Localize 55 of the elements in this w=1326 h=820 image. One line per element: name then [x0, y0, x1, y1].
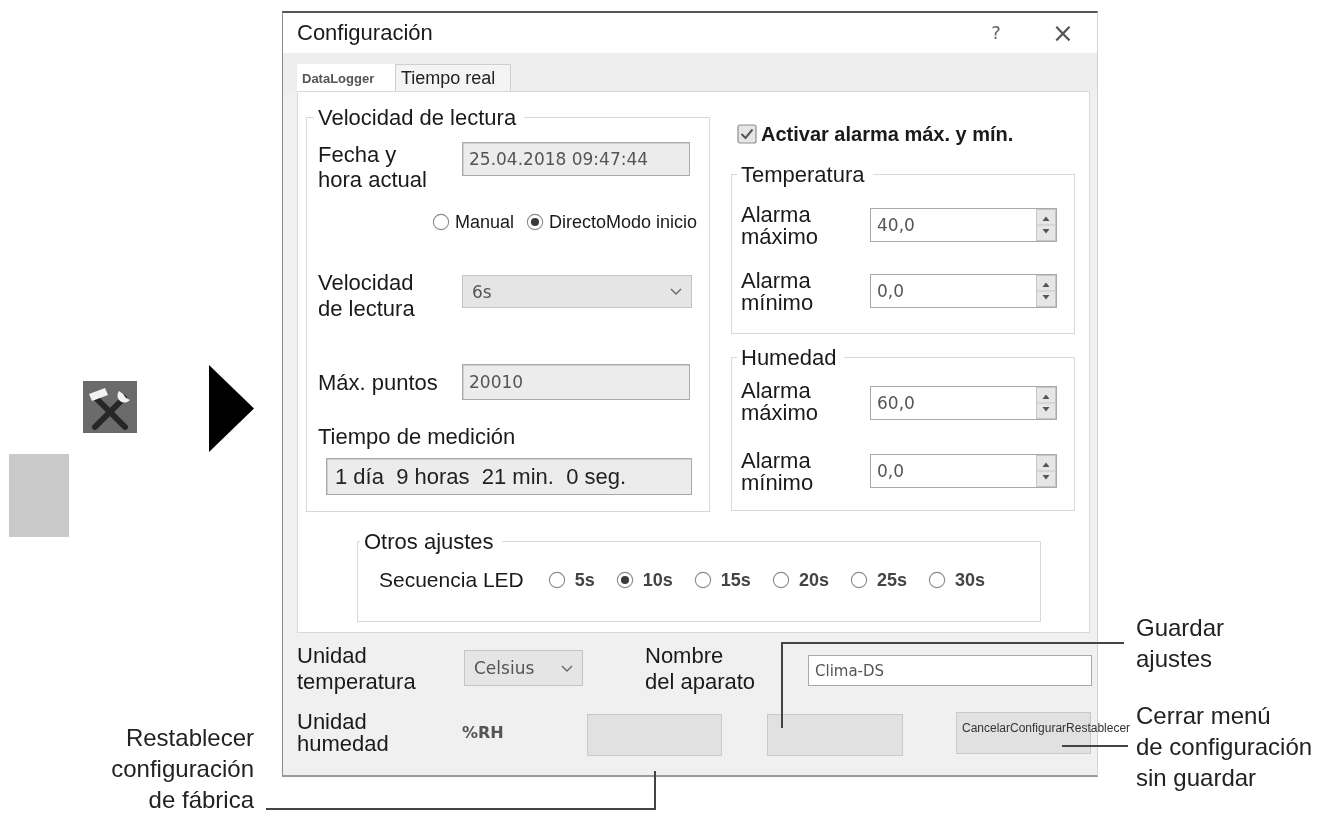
tab[interactable]: DataLogger [297, 64, 395, 91]
number-field[interactable]: 0,0 [870, 454, 1057, 488]
chevron-down-icon [670, 288, 682, 295]
spin-arrows-icon[interactable] [1036, 209, 1056, 241]
spin-arrows-icon[interactable] [1036, 275, 1056, 307]
callout-text: Restablecer configuración de fábrica [110, 723, 254, 815]
number-field[interactable]: 0,0 [870, 274, 1057, 308]
group-title: Humedad [740, 345, 838, 370]
mode-caption: Modo inicio [606, 211, 698, 233]
field-label: Unidad humedad [297, 711, 390, 755]
field-label: Fecha y hora actual [318, 142, 428, 192]
spin-arrows-icon[interactable] [1036, 455, 1056, 487]
spin-arrows-icon[interactable] [1036, 387, 1056, 419]
radio-option[interactable]: Directo [526, 211, 607, 233]
field-label: Nombre del aparato [645, 643, 757, 695]
right-arrow-icon [209, 365, 254, 452]
radio-option[interactable]: 25s [849, 569, 907, 591]
field-label: Alarma máximo [741, 204, 819, 248]
radio-option[interactable]: 20s [771, 569, 829, 591]
callout-text: Guardar ajustes [1136, 613, 1225, 674]
overlay-label: CancelarConfigurarRestablecer [962, 720, 1131, 736]
unit-dropdown[interactable]: Celsius [464, 650, 583, 686]
chevron-down-icon [561, 664, 573, 672]
field-label: Tiempo de medición [318, 424, 517, 449]
help-button[interactable]: ? [976, 18, 1016, 48]
duration-field[interactable]: 1 día 9 horas 21 min. 0 seg. [326, 458, 692, 495]
unit-value: %RH [462, 722, 505, 744]
field-label: Secuencia LED [379, 567, 524, 593]
radio-option[interactable]: 15s [693, 569, 751, 591]
tools-icon[interactable] [83, 381, 137, 433]
group-title: Velocidad de lectura [317, 105, 518, 130]
max-points-field[interactable]: 20010 [462, 364, 690, 400]
field-label: Velocidad de lectura [318, 270, 416, 322]
leader-line [1061, 745, 1129, 747]
alarm-checkbox[interactable]: Activar alarma máx. y mín. [731, 122, 1075, 146]
number-field[interactable]: 40,0 [870, 208, 1057, 242]
callout-text: Cerrar menú de configuración sin guardar [1136, 701, 1313, 793]
group-title: Temperatura [740, 162, 866, 187]
group-title: Otros ajustes [363, 529, 495, 554]
tab[interactable]: Tiempo real [395, 64, 511, 91]
radio-option[interactable]: 10s [615, 569, 673, 591]
radio-option[interactable]: 30s [928, 569, 986, 591]
field-label: Alarma mínimo [741, 270, 815, 314]
field-label: Alarma mínimo [741, 450, 815, 494]
device-name-field[interactable]: Clima-DS [808, 655, 1092, 686]
field-label: Alarma máximo [741, 380, 819, 424]
field-label: Unidad temperatura [297, 643, 417, 695]
number-field[interactable]: 60,0 [870, 386, 1057, 420]
window-title: Configuración [297, 20, 433, 46]
radio-option[interactable]: Manual [432, 211, 515, 233]
radio-option[interactable]: 5s [547, 569, 595, 591]
close-button[interactable]: × [1043, 18, 1083, 48]
date-time-field[interactable]: 25.04.2018 09:47:44 [462, 142, 690, 176]
rate-dropdown[interactable]: 6s [462, 275, 692, 308]
field-label: Máx. puntos [318, 369, 439, 395]
